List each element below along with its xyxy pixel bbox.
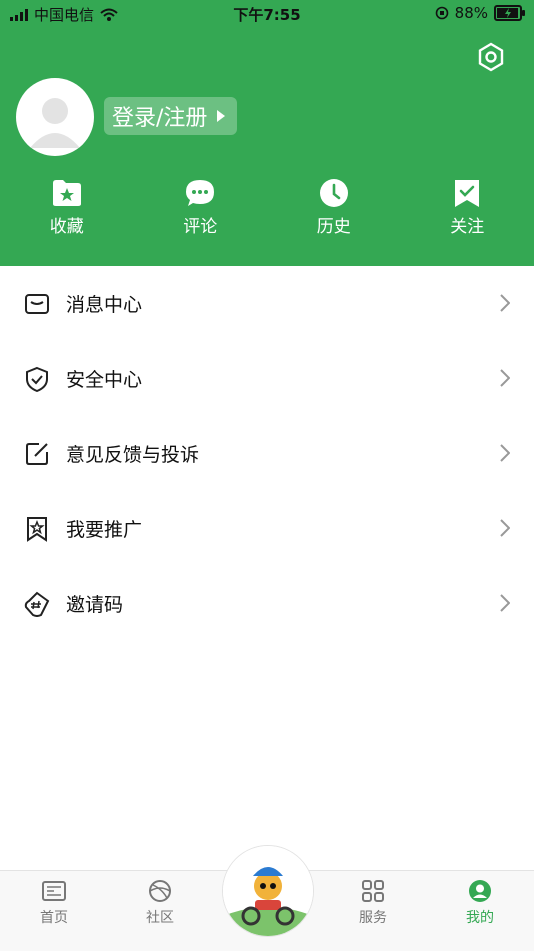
edit-icon: [24, 441, 50, 467]
battery-percent: 88%: [455, 4, 488, 22]
default-user-icon: [16, 78, 94, 156]
quick-actions: 收藏 评论 历史 关注: [0, 178, 534, 237]
mail-icon: [24, 291, 50, 317]
menu-item-promote[interactable]: 我要推广: [0, 491, 534, 566]
comment-bubble-icon: [184, 178, 216, 208]
hash-tag-icon: [24, 591, 50, 617]
chevron-right-icon: [500, 519, 510, 537]
chevron-right-icon: [500, 444, 510, 462]
mascot-badge: [223, 846, 313, 936]
tab-me[interactable]: 我的: [440, 879, 520, 927]
grid-icon: [360, 879, 386, 903]
clock-icon: [318, 178, 350, 208]
shield-check-icon: [24, 366, 50, 392]
menu-item-invite-code[interactable]: 邀请码: [0, 566, 534, 641]
chevron-right-icon: [500, 594, 510, 612]
tab-community[interactable]: 社区: [120, 879, 200, 927]
user-icon: [467, 879, 493, 903]
bookmark-star-icon: [24, 516, 50, 542]
quick-action-history[interactable]: 历史: [267, 178, 401, 237]
login-register-label: 登录/注册: [112, 100, 207, 132]
menu-item-feedback[interactable]: 意见反馈与投诉: [0, 416, 534, 491]
globe-icon: [147, 879, 173, 903]
quick-action-following[interactable]: 关注: [401, 178, 534, 237]
tab-home[interactable]: 首页: [14, 879, 94, 927]
menu-item-messages[interactable]: 消息中心: [0, 266, 534, 341]
folder-star-icon: [51, 178, 83, 208]
quick-action-favorites[interactable]: 收藏: [0, 178, 134, 237]
center-mascot-button[interactable]: [222, 845, 314, 937]
avatar[interactable]: [16, 78, 94, 156]
status-bar: 中国电信 下午7:55 88%: [0, 0, 534, 28]
settings-menu: 消息中心 安全中心 意见反馈与投诉 我要推广 邀请码: [0, 266, 534, 641]
caret-right-icon: [217, 110, 225, 122]
bookmark-check-icon: [451, 178, 483, 208]
settings-gear-icon[interactable]: [476, 42, 506, 72]
chevron-right-icon: [500, 369, 510, 387]
news-icon: [41, 879, 67, 903]
tab-services[interactable]: 服务: [333, 879, 413, 927]
profile-header: 中国电信 下午7:55 88%: [0, 0, 534, 266]
quick-action-comments[interactable]: 评论: [134, 178, 268, 237]
orientation-lock-icon: [435, 6, 449, 20]
chevron-right-icon: [500, 294, 510, 312]
login-register-button[interactable]: 登录/注册: [104, 97, 237, 135]
menu-item-security[interactable]: 安全中心: [0, 341, 534, 416]
battery-icon: [494, 5, 522, 21]
